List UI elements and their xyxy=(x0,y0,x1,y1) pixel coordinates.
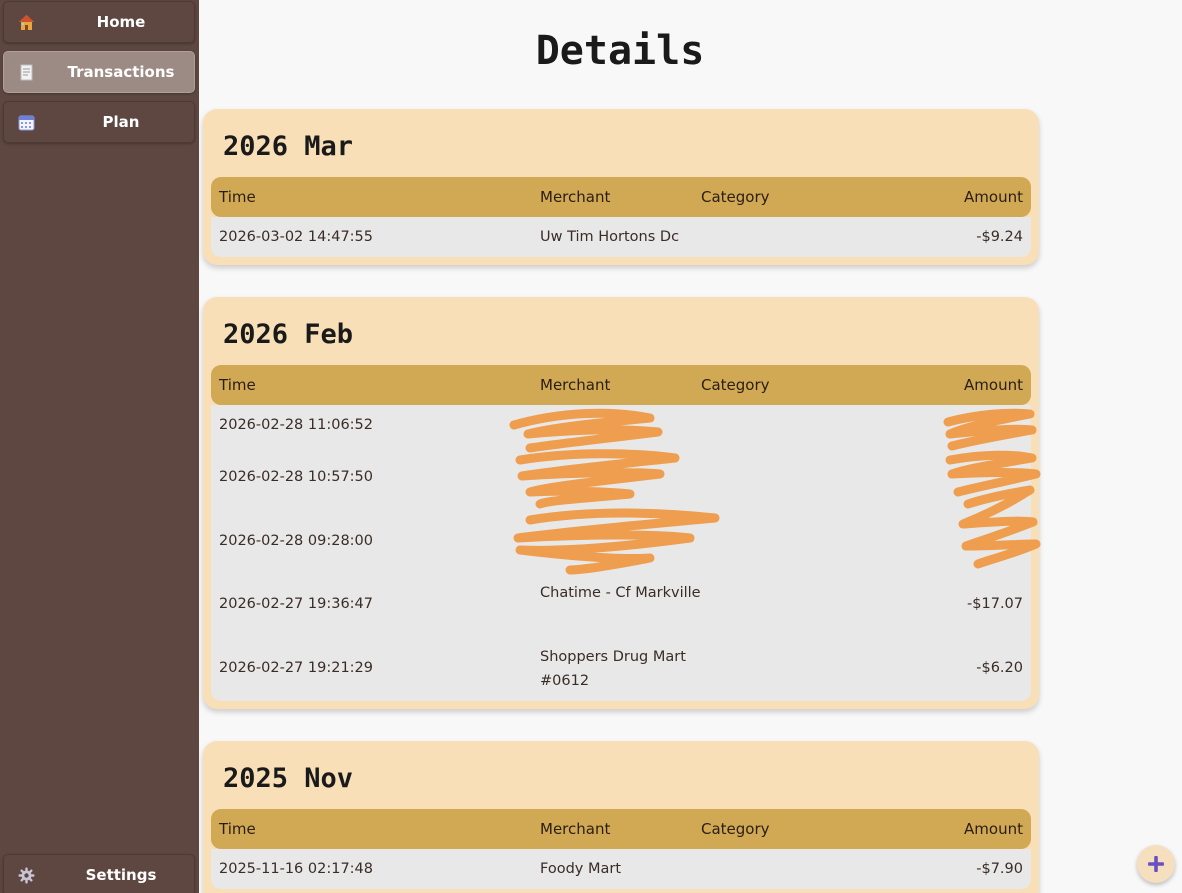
table-body: 2026-02-28 11:06:52 2026-02-28 10:57:50 … xyxy=(211,405,1031,701)
month-card: 2026 Mar Time Merchant Category Amount 2… xyxy=(203,109,1039,265)
sidebar-item-transactions[interactable]: Transactions xyxy=(3,51,195,93)
column-header-category: Category xyxy=(701,820,770,838)
cell-time: 2026-02-28 09:28:00 xyxy=(219,533,373,549)
table-row[interactable]: 2026-02-28 10:57:50 xyxy=(211,445,1031,509)
sidebar-item-settings[interactable]: Settings xyxy=(3,854,195,893)
cell-time: 2026-03-02 14:47:55 xyxy=(219,229,373,245)
month-title: 2025 Nov xyxy=(223,763,354,794)
table-header: Time Merchant Category Amount xyxy=(211,809,1031,849)
cell-amount: -$7.90 xyxy=(976,861,1023,877)
cell-time: 2026-02-27 19:21:29 xyxy=(219,660,373,676)
cell-amount: -$6.20 xyxy=(976,660,1023,676)
plus-icon xyxy=(1148,856,1164,872)
table-row[interactable]: 2026-03-02 14:47:55 Uw Tim Hortons Dc -$… xyxy=(211,217,1031,257)
receipt-icon xyxy=(20,64,33,81)
table-row[interactable]: 2026-02-28 11:06:52 xyxy=(211,405,1031,445)
sidebar: Home Transactions Plan Settings xyxy=(0,0,199,893)
table-header: Time Merchant Category Amount xyxy=(211,365,1031,405)
cell-merchant: Chatime - Cf Markville xyxy=(540,585,701,601)
table-row[interactable]: 2026-02-28 09:28:00 xyxy=(211,509,1031,573)
column-header-merchant: Merchant xyxy=(540,376,611,394)
column-header-merchant: Merchant xyxy=(540,820,611,838)
cell-time: 2026-02-28 11:06:52 xyxy=(219,417,373,433)
cell-time: 2026-02-28 10:57:50 xyxy=(219,469,373,485)
table-body: 2025-11-16 02:17:48 Foody Mart -$7.90 xyxy=(211,849,1031,889)
column-header-merchant: Merchant xyxy=(540,188,611,206)
sidebar-item-home[interactable]: Home xyxy=(3,1,195,43)
sidebar-item-plan[interactable]: Plan xyxy=(3,101,195,143)
cell-amount: -$9.24 xyxy=(976,229,1023,245)
table-body: 2026-03-02 14:47:55 Uw Tim Hortons Dc -$… xyxy=(211,217,1031,257)
cell-merchant: Foody Mart xyxy=(540,861,622,877)
table-row[interactable]: 2025-11-16 02:17:48 Foody Mart -$7.90 xyxy=(211,849,1031,889)
table-row[interactable]: 2026-02-27 19:36:47 Chatime - Cf Markvil… xyxy=(211,573,1031,637)
cell-amount: -$17.07 xyxy=(967,596,1023,612)
column-header-amount: Amount xyxy=(964,376,1023,394)
cell-time: 2026-02-27 19:36:47 xyxy=(219,596,373,612)
cell-merchant: Uw Tim Hortons Dc xyxy=(540,229,680,245)
cell-merchant: Shoppers Drug Mart #0612 xyxy=(540,649,686,689)
column-header-time: Time xyxy=(219,820,256,838)
column-header-time: Time xyxy=(219,188,256,206)
cell-time: 2025-11-16 02:17:48 xyxy=(219,861,373,877)
page-title: Details xyxy=(535,28,705,74)
column-header-time: Time xyxy=(219,376,256,394)
gear-icon xyxy=(18,867,35,884)
column-header-category: Category xyxy=(701,188,770,206)
month-title: 2026 Feb xyxy=(223,319,354,350)
column-header-category: Category xyxy=(701,376,770,394)
month-title: 2026 Mar xyxy=(223,131,354,162)
calendar-icon xyxy=(18,115,35,131)
column-header-amount: Amount xyxy=(964,820,1023,838)
month-card: 2026 Feb Time Merchant Category Amount 2… xyxy=(203,297,1039,709)
month-card: 2025 Nov Time Merchant Category Amount 2… xyxy=(203,741,1039,893)
column-header-amount: Amount xyxy=(964,188,1023,206)
add-transaction-button[interactable] xyxy=(1137,845,1175,883)
table-row[interactable]: 2026-02-27 19:21:29 Shoppers Drug Mart #… xyxy=(211,637,1031,701)
house-icon xyxy=(19,15,34,30)
table-header: Time Merchant Category Amount xyxy=(211,177,1031,217)
